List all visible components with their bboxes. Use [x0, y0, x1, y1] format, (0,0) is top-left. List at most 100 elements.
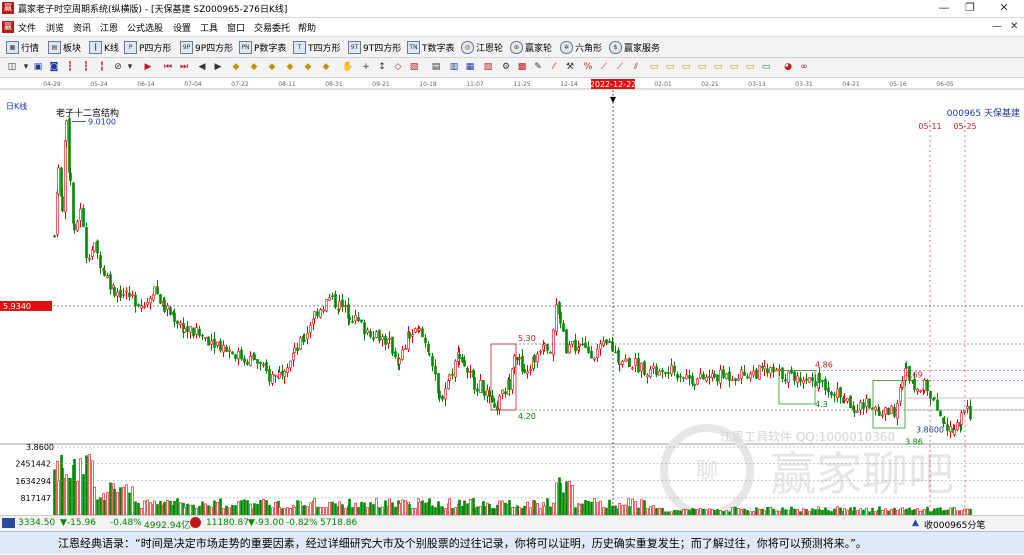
document-icon[interactable]: ▥	[448, 61, 460, 73]
fib-time-icon[interactable]: ▭	[664, 61, 676, 73]
candle-body	[646, 374, 649, 378]
toolbar-9p-square-button[interactable]: 9P 9P四方形	[180, 40, 233, 54]
menu-tools[interactable]: 工具	[200, 21, 218, 34]
fan-icon[interactable]: ⟋	[598, 61, 610, 73]
sheet-icon[interactable]: ▣	[32, 61, 44, 73]
candle-body	[488, 390, 491, 397]
menu-formula[interactable]: 公式选股	[127, 21, 163, 34]
candle-body	[634, 358, 637, 366]
toolbar-p-number-button[interactable]: PN P数字表	[239, 40, 286, 54]
gann-fan-icon[interactable]: ▭	[696, 61, 708, 73]
right-arrow-icon[interactable]: ▶	[212, 61, 224, 73]
volume-bar	[243, 499, 246, 515]
kline-chart-area[interactable]: 04-29 05-24 06-14 07-04 07-22 08-11 08-31 09-21…	[0, 78, 1024, 515]
bar-icon[interactable]: ┇	[64, 61, 76, 73]
hammer-icon[interactable]: ⚒	[564, 61, 576, 73]
candle-body	[682, 376, 685, 379]
sh-index-value: 3334.50	[18, 518, 56, 528]
diamond-down-icon[interactable]: ◆	[248, 61, 260, 73]
toolbar-9t-square-button[interactable]: 9T 9T四方形	[348, 40, 401, 54]
car-icon[interactable]: ⚙	[500, 61, 512, 73]
tag-icon[interactable]: ◇	[392, 61, 404, 73]
toolbar-t-number-button[interactable]: TN T数字表	[407, 40, 455, 54]
menu-info[interactable]: 资讯	[73, 21, 91, 34]
hand-icon[interactable]: ✋	[342, 61, 354, 73]
menu-settings[interactable]: 设置	[173, 21, 191, 34]
dropdown-arrow-icon[interactable]: ▾	[20, 61, 32, 73]
diamond-up-icon[interactable]: ◆	[230, 61, 242, 73]
candle-body	[799, 377, 802, 382]
percent-icon[interactable]: %	[582, 61, 594, 73]
gann-grid-icon[interactable]: ▭	[712, 61, 724, 73]
candles-alt-icon[interactable]: ╏	[96, 61, 108, 73]
cycle-icon[interactable]: ▭	[760, 61, 772, 73]
watermark-brand: 赢家聊吧	[770, 447, 954, 501]
volume-bar	[153, 500, 156, 515]
capture-icon[interactable]: ◙	[48, 61, 60, 73]
close-button[interactable]: ✕	[984, 0, 1024, 17]
trend-tool-icon[interactable]: ⁄	[548, 61, 560, 73]
toolbar-service-button[interactable]: $ 赢家服务	[609, 40, 660, 54]
tick-data-link[interactable]: 收000965分笔	[924, 518, 985, 531]
toolbar-gann-wheel-button[interactable]: ◎ 江恩轮	[461, 40, 503, 54]
watermark-text: 江恩工具软件 QQ:1000010360	[720, 430, 895, 444]
diamond-out-icon[interactable]: ◆	[320, 61, 332, 73]
toolbar-p-square-button[interactable]: P P四方形	[124, 40, 171, 54]
candle-body	[658, 370, 661, 376]
dropdown-arrow-icon[interactable]: ▾	[124, 61, 136, 73]
channel-icon[interactable]: ⫽	[630, 61, 642, 73]
toolbar-hexagon-button[interactable]: ✲ 六角形	[560, 40, 602, 54]
cross-icon[interactable]: +	[360, 61, 372, 73]
menu-help[interactable]: 帮助	[298, 21, 316, 34]
color-wheel-icon[interactable]: ◕	[782, 61, 794, 73]
last-icon[interactable]: ⏭	[178, 61, 190, 73]
toolbar-t-square-button[interactable]: T T四方形	[293, 40, 341, 54]
calculator-icon[interactable]: ▤	[430, 61, 442, 73]
volume-bar	[469, 499, 472, 515]
menu-gann[interactable]: 江恩	[100, 21, 118, 34]
left-arrow-icon[interactable]: ◀	[196, 61, 208, 73]
mdi-close-button[interactable]: ✕	[1010, 21, 1018, 32]
pointer-icon[interactable]: ↕	[376, 61, 388, 73]
volume-bar	[552, 502, 555, 515]
fan-alt-icon[interactable]: ⟋	[614, 61, 626, 73]
volume-bar	[137, 502, 140, 515]
menu-trade[interactable]: 交易委托	[254, 21, 290, 34]
app-menu-icon[interactable]: 赢	[2, 21, 14, 33]
save-icon[interactable]: ▦	[464, 61, 476, 73]
circle-tool-icon[interactable]: ▭	[744, 61, 756, 73]
volume-bar	[441, 506, 444, 515]
infinity-icon[interactable]: ∞	[798, 61, 810, 73]
volume-bar	[871, 507, 874, 515]
menu-browse[interactable]: 浏览	[46, 21, 64, 34]
menu-window[interactable]: 窗口	[227, 21, 245, 34]
diamond-left-icon[interactable]: ◆	[266, 61, 278, 73]
toolbar-quotes-button[interactable]: ▦ 行情	[6, 40, 39, 54]
kline-chart[interactable]: 04-29 05-24 06-14 07-04 07-22 08-11 08-31 09-21…	[0, 78, 1024, 515]
menu-file[interactable]: 文件	[18, 21, 36, 34]
toolbar-sector-button[interactable]: ▤ 板块	[48, 40, 81, 54]
diamond-in-icon[interactable]: ◆	[302, 61, 314, 73]
candle-body	[99, 255, 102, 269]
line-chart-icon[interactable]: ⊘	[112, 61, 124, 73]
first-icon[interactable]: ⏮	[162, 61, 174, 73]
candles-icon[interactable]: ┇	[80, 61, 92, 73]
toolbar-winner-wheel-button[interactable]: ⊛ 赢家轮	[510, 40, 552, 54]
gann-box-icon[interactable]: ▭	[680, 61, 692, 73]
date-tick-label: 08-31	[325, 81, 343, 88]
layout-icon[interactable]: ◫	[6, 61, 18, 73]
diamond-right-icon[interactable]: ◆	[284, 61, 296, 73]
mdi-minimize-button[interactable]: —	[992, 21, 1002, 32]
chart-panel-icon[interactable]: ▨	[482, 61, 494, 73]
candle-body	[53, 235, 56, 238]
alert-icon[interactable]: ▩	[516, 61, 528, 73]
volume-tick-label: 1634294	[15, 477, 51, 486]
fib-icon[interactable]: ▭	[648, 61, 660, 73]
flag-icon[interactable]: ▶	[142, 61, 154, 73]
volume-bar	[384, 500, 387, 515]
candle-body	[631, 367, 634, 370]
pen-icon[interactable]: ✎	[532, 61, 544, 73]
book-icon[interactable]: ▧	[408, 61, 420, 73]
toolbar-kline-button[interactable]: ┃ K线	[89, 40, 119, 54]
arc-icon[interactable]: ▭	[728, 61, 740, 73]
